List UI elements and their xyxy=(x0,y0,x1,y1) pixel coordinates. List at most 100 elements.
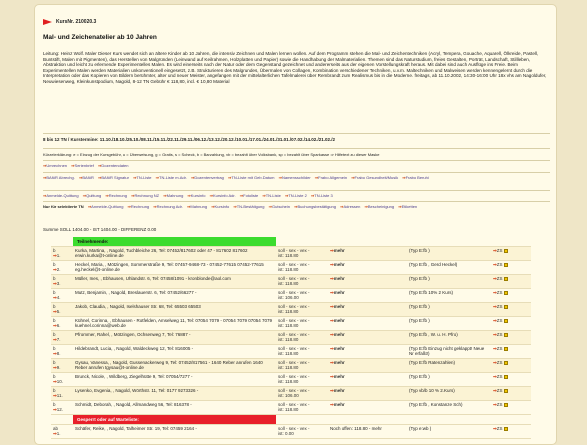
link-item[interactable]: Frabo Beruhi xyxy=(406,175,429,180)
note-icon[interactable] xyxy=(503,318,508,323)
link-item[interactable]: Frabo Allgemein xyxy=(318,175,347,180)
row-zs[interactable]: ZS xyxy=(497,388,503,393)
row-zs[interactable]: ZS xyxy=(497,304,503,309)
note-icon[interactable] xyxy=(503,262,508,267)
note-icon[interactable] xyxy=(503,304,508,309)
row-zs[interactable]: ZS xyxy=(497,346,503,351)
row-name[interactable]: Kurka, Martina, , Nagold, Tuchbleiche 26… xyxy=(73,246,276,261)
row-zs[interactable]: ZS xyxy=(497,248,503,253)
note-icon[interactable] xyxy=(503,332,508,337)
link-item[interactable]: Fotoliste xyxy=(243,193,258,198)
link-item[interactable]: Anmelde-Quittung xyxy=(91,204,123,209)
link-item[interactable]: Adressen xyxy=(343,204,360,209)
link-item[interactable]: TN-Bestätigung xyxy=(237,204,265,209)
row-mehr[interactable]: mehr xyxy=(334,304,345,309)
link-item[interactable]: TN-Liste 2 xyxy=(288,193,306,198)
link-item[interactable]: TN-Liste 3 xyxy=(314,193,332,198)
note-icon[interactable] xyxy=(503,360,508,365)
table-row[interactable]: b ⇒9. Gysau, Vanessa, , Nagold, Gussenacke… xyxy=(51,358,531,373)
row-zs[interactable]: ZS xyxy=(497,276,503,281)
link-item[interactable]: BAföR xyxy=(82,175,94,180)
link-item[interactable]: Rechnung NZ xyxy=(134,193,159,198)
table-row[interactable]: b ⇒4. Mutz, Benjamin, , Nagold, Breslauers… xyxy=(51,288,531,303)
link-item[interactable]: TN-Liste mit Geb.Datum xyxy=(231,175,274,180)
row-mehr[interactable]: mehr xyxy=(334,402,345,407)
row-name[interactable]: Schäfer, Reike, , Nagold, Talheimer Str.… xyxy=(73,424,276,439)
table-row[interactable]: b ⇒11. Lysenko, Evgenia, , Nagold, Wörthst… xyxy=(51,386,531,401)
row-name[interactable]: Gysau, Vanessa, , Nagold, Gussenackerweg… xyxy=(73,358,276,373)
link-item[interactable]: BAföR Signatur xyxy=(101,175,129,180)
link-item[interactable]: Rechnung xyxy=(131,204,149,209)
row-mehr[interactable]: mehr xyxy=(334,276,345,281)
link-item[interactable]: TN-Liste xyxy=(266,193,281,198)
link-item[interactable]: Kursinfo Adr. xyxy=(213,193,236,198)
link-item[interactable]: BAföR Abrechg. xyxy=(46,175,74,180)
table-row[interactable]: ab ⇒1. Schäfer, Reike, , Nagold, Talheime… xyxy=(51,424,531,439)
row-mehr[interactable]: mehr xyxy=(334,360,345,365)
row-mehr[interactable]: mehr xyxy=(334,262,345,267)
link-item[interactable]: TN-Liste m.Adr. xyxy=(159,175,187,180)
table-row[interactable]: b ⇒12. Schmidt, Deborah, , Nagold, Allmand… xyxy=(51,400,531,415)
row-name[interactable]: Heckel, Maria, , Mötzingen, Sommerstraße… xyxy=(73,260,276,275)
row-zs[interactable]: ZS xyxy=(497,374,503,379)
note-icon[interactable] xyxy=(503,290,508,295)
note-icon[interactable] xyxy=(503,388,508,393)
row-zs[interactable]: ZS xyxy=(497,262,503,267)
note-icon[interactable] xyxy=(503,402,508,407)
link-item[interactable]: Dozentenvertrag xyxy=(194,175,224,180)
link-item[interactable]: Mahnung xyxy=(167,193,184,198)
link-item[interactable]: Frabo Gesundheit/Musik xyxy=(355,175,399,180)
row-zs[interactable]: ZS xyxy=(497,426,503,431)
row-zs[interactable]: ZS xyxy=(497,318,503,323)
table-row[interactable]: b ⇒2. Heckel, Maria, , Mötzingen, Sommerst… xyxy=(51,260,531,275)
note-icon[interactable] xyxy=(503,374,508,379)
row-mehr[interactable]: mehr xyxy=(334,346,345,351)
row-name[interactable]: Kühnel, Corinna, , Ebhausen - Rotfelden,… xyxy=(73,316,276,331)
row-name[interactable]: Pfrommer, Rahel, , Mötzingen, Ochsenweg … xyxy=(73,330,276,345)
row-name[interactable]: Mutz, Benjamin, , Nagold, Breslauerstr. … xyxy=(73,288,276,303)
row-mehr[interactable]: mehr xyxy=(334,248,345,253)
row-name[interactable]: Lysenko, Evgenia, , Nagold, Wörthstr. 11… xyxy=(73,386,276,401)
note-icon[interactable] xyxy=(503,276,508,281)
link-item[interactable]: Bescheinigung xyxy=(368,204,394,209)
table-row[interactable]: b ⇒1. Kurka, Martina, , Nagold, Tuchbleich… xyxy=(51,246,531,261)
row-zs[interactable]: ZS xyxy=(497,290,503,295)
row-zs[interactable]: ZS xyxy=(497,360,503,365)
row-mehr[interactable]: mehr xyxy=(334,388,345,393)
table-row[interactable]: b ⇒6. Kühnel, Corinna, , Ebhausen - Rotfel… xyxy=(51,316,531,331)
table-row[interactable]: b ⇒3. Müller, Ines, , Ebhausen, Uhlandstr.… xyxy=(51,274,531,289)
link-item[interactable]: Gutschein xyxy=(272,204,290,209)
table-row[interactable]: b ⇒5. Jakob, Claudia, , Nagold, Iselshause… xyxy=(51,302,531,317)
link-item[interactable]: Kursinfo xyxy=(191,193,206,198)
row-name[interactable]: Müller, Ines, , Ebhausen, Uhlandstr. 6, … xyxy=(73,274,276,289)
table-row[interactable]: b ⇒7. Pfrommer, Rahel, , Mötzingen, Ochsen… xyxy=(51,330,531,345)
link-dozentendaten[interactable]: Dozentendaten xyxy=(101,163,128,168)
link-item[interactable]: Kursinfo xyxy=(215,204,230,209)
row-mehr[interactable]: mehr xyxy=(334,290,345,295)
link-umrechnen[interactable]: Umrechnen xyxy=(46,163,67,168)
table-row[interactable]: b ⇒10. Brunck, Nicole, , Wildberg, Ziegelh… xyxy=(51,372,531,387)
row-zs[interactable]: ZS xyxy=(497,402,503,407)
row-mehr[interactable]: mehr xyxy=(334,318,345,323)
note-icon[interactable] xyxy=(503,248,508,253)
link-item[interactable]: Namensschilder xyxy=(282,175,311,180)
row-mehr[interactable]: mehr xyxy=(334,332,345,337)
row-name[interactable]: Schmidt, Deborah, , Nagold, Allmandweg 5… xyxy=(73,400,276,415)
link-item[interactable]: Etiketten xyxy=(402,204,418,209)
row-name[interactable]: Hildebrandt, Lucia, , Nagold, Waldeckweg… xyxy=(73,344,276,359)
row-mehr[interactable]: Noch offen: 118.80 - mehr xyxy=(328,424,407,439)
note-icon[interactable] xyxy=(503,346,508,351)
link-item[interactable]: Anmelde-Quittung xyxy=(46,193,78,198)
row-zs[interactable]: ZS xyxy=(497,332,503,337)
link-item[interactable]: Rechnung xyxy=(109,193,127,198)
link-item[interactable]: TN-Liste xyxy=(136,175,151,180)
link-item[interactable]: Rechnung Adr. xyxy=(157,204,183,209)
link-item[interactable]: Buchungsbestätigung xyxy=(298,204,336,209)
link-serienbrief[interactable]: Serienbrief xyxy=(75,163,94,168)
link-item[interactable]: Quittung xyxy=(86,193,101,198)
note-icon[interactable] xyxy=(503,426,508,431)
row-mehr[interactable]: mehr xyxy=(334,374,345,379)
table-row[interactable]: b ⇒8. Hildebrandt, Lucia, , Nagold, Waldec… xyxy=(51,344,531,359)
row-name[interactable]: Jakob, Claudia, , Nagold, Iselshauser St… xyxy=(73,302,276,317)
row-name[interactable]: Brunck, Nicole, , Wildberg, Ziegelhütte … xyxy=(73,372,276,387)
